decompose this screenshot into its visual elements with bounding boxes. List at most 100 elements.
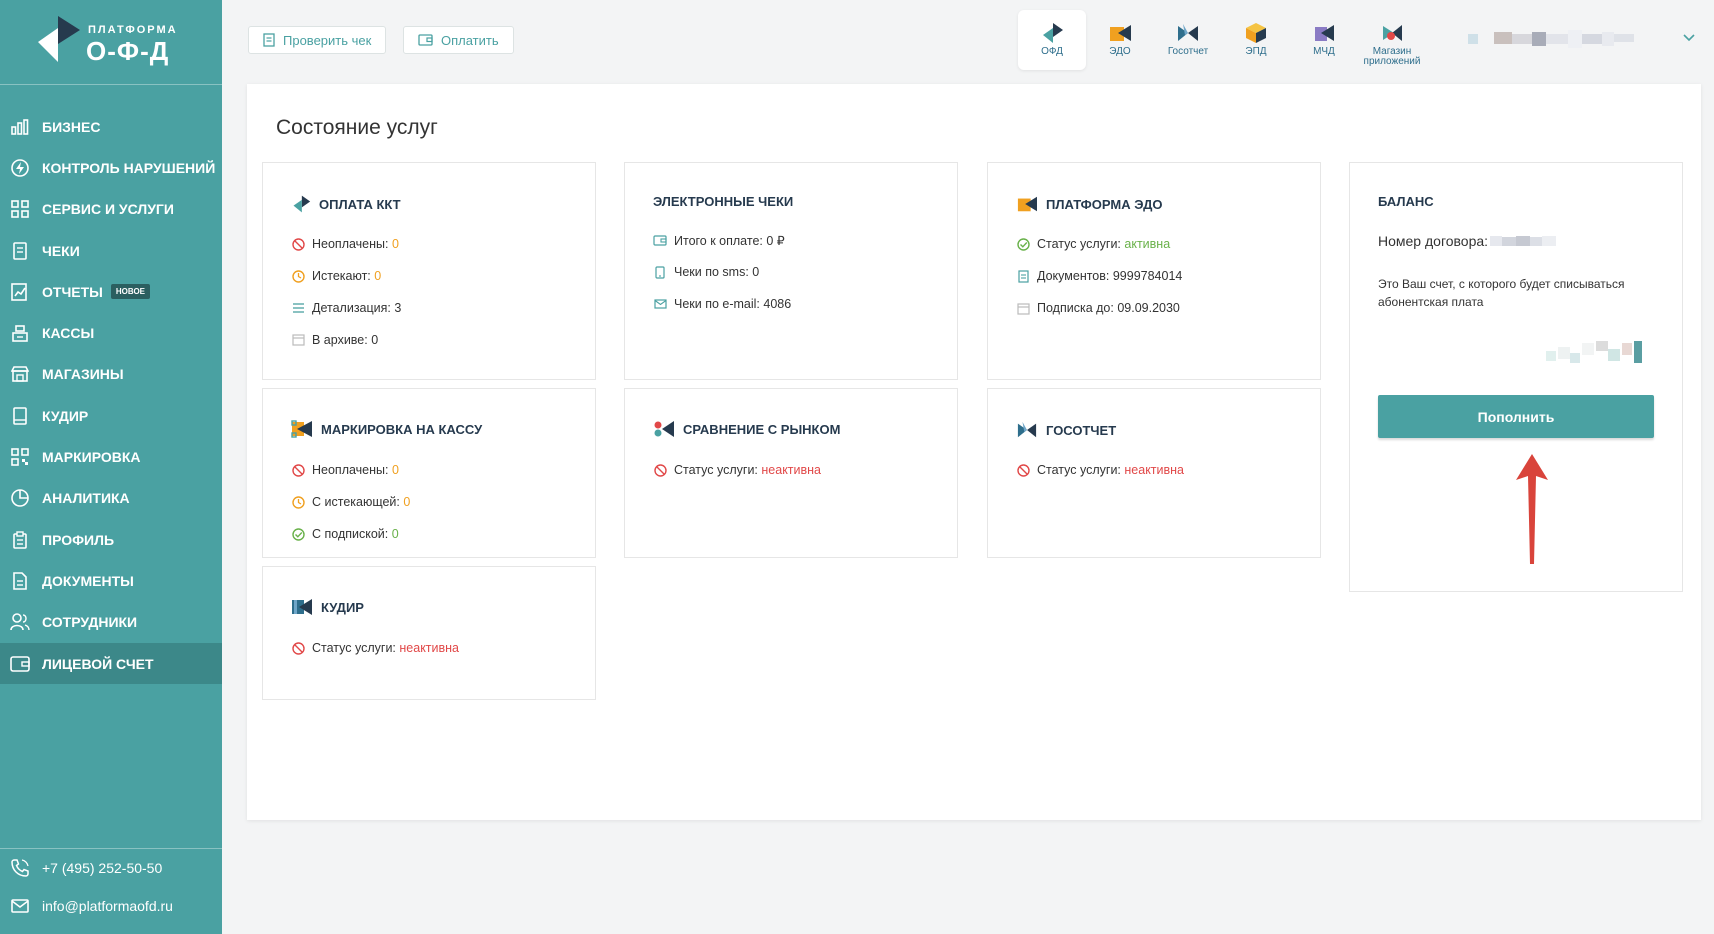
app-gosotchet[interactable]: Госотчет (1154, 10, 1222, 70)
sidebar-item-business[interactable]: Бизнес (0, 106, 222, 147)
balance-note: Это Ваш счет, с которого будет списывать… (1378, 277, 1625, 309)
sidebar: ПЛАТФОРМА О-Ф-Д Бизнес Контроль нарушени… (0, 0, 222, 934)
sidebar-item-kudir[interactable]: КУДиР (0, 395, 222, 436)
sidebar-item-label: Документы (42, 572, 134, 589)
sidebar-nav: Бизнес Контроль нарушений Сервис и услуг… (0, 106, 222, 685)
sidebar-item-reports[interactable]: Отчеты НОВОЕ (0, 271, 222, 312)
chevron-down-icon[interactable] (1682, 30, 1696, 48)
app-label: Магазин приложений (1363, 46, 1421, 67)
sidebar-item-label: Кассы (42, 325, 95, 342)
sidebar-item-services[interactable]: Сервис и услуги (0, 189, 222, 230)
market-status-value: неактивна (761, 463, 822, 477)
edo-logo-icon (1016, 194, 1038, 214)
gosotchet-logo-icon (1016, 420, 1038, 440)
page-title: Состояние услуг (276, 116, 438, 139)
app-edo[interactable]: ЭДО (1086, 10, 1154, 70)
market-status-row: Статус услуги: неактивна (653, 463, 821, 477)
epd-logo-icon (1246, 23, 1266, 43)
kkt-unpaid-value: 0 (391, 237, 399, 251)
card-electronic-receipts: Электронные чеки Итого к оплате: 0 ₽ Чек… (624, 162, 958, 380)
card-gosotchet: Госотчет Статус услуги: неактивна (987, 388, 1321, 558)
pay-button[interactable]: Оплатить (403, 26, 514, 54)
edo-status-row: Статус услуги: активна (1016, 237, 1170, 251)
logo[interactable]: ПЛАТФОРМА О-Ф-Д (36, 14, 196, 68)
kkt-detail-row[interactable]: Детализация: 3 (291, 301, 401, 315)
sidebar-item-cash-registers[interactable]: Кассы (0, 312, 222, 353)
sidebar-item-stores[interactable]: Магазины (0, 354, 222, 395)
qr-icon (10, 447, 30, 467)
edo-status-value: активна (1124, 237, 1171, 251)
list-icon (291, 301, 305, 315)
edo-docs-row: Документов: 9999784014 (1016, 269, 1182, 283)
app-ofd[interactable]: ОФД (1018, 10, 1086, 70)
marking-unpaid-row: Неоплачены: 0 (291, 463, 399, 477)
email-link[interactable]: info@platformaofd.ru (0, 887, 222, 925)
sidebar-item-label: Аналитика (42, 490, 130, 507)
report-icon (10, 282, 30, 302)
sidebar-item-marking[interactable]: Маркировка (0, 436, 222, 477)
contract-number-row: Номер договора: (1378, 233, 1560, 249)
users-icon (10, 612, 30, 632)
card-marking: Маркировка на кассу Неоплачены: 0 С исте… (262, 388, 596, 558)
app-mchd[interactable]: МЧД (1290, 10, 1358, 70)
sidebar-item-violations[interactable]: Контроль нарушений (0, 147, 222, 188)
mail-icon (10, 896, 30, 916)
ban-icon (291, 641, 305, 655)
sidebar-item-employees[interactable]: Сотрудники (0, 602, 222, 643)
phone-text: +7 (495) 252-50-50 (42, 860, 163, 876)
blurred-contract-icon (1490, 236, 1557, 246)
phone-link[interactable]: +7 (495) 252-50-50 (0, 849, 222, 887)
edo-subscription-row: Подписка до: 09.09.2030 (1016, 301, 1180, 315)
marking-expiring-row: С истекающей: 0 (291, 495, 410, 509)
card-edo-platform: Платформа ЭДО Статус услуги: активна Док… (987, 162, 1321, 380)
kudir-status-value: неактивна (399, 641, 460, 655)
check-circle-icon (291, 527, 305, 541)
app-epd[interactable]: ЭПД (1222, 10, 1290, 70)
app-label: Госотчет (1167, 46, 1209, 57)
sidebar-item-account[interactable]: Лицевой счет (0, 642, 222, 685)
sidebar-item-label: Лицевой счет (42, 655, 154, 672)
check-receipt-label: Проверить чек (283, 32, 372, 48)
sidebar-item-profile[interactable]: Профиль (0, 519, 222, 560)
sidebar-item-label: Маркировка (42, 449, 141, 466)
phone-icon (10, 858, 30, 878)
document-icon (10, 571, 30, 591)
top-bar: Проверить чек Оплатить ОФД ЭДО Госотчет … (222, 0, 1714, 80)
gos-status-row: Статус услуги: неактивна (1016, 463, 1184, 477)
marking-expiring-value: 0 (403, 495, 411, 509)
logo-line2: О-Ф-Д (86, 36, 170, 66)
sidebar-item-label: Контроль нарушений (42, 159, 216, 176)
card-title: Оплата ККТ (291, 194, 401, 214)
app-store[interactable]: Магазин приложений (1358, 10, 1426, 70)
card-title: Сравнение с рынком (653, 420, 840, 438)
card-title: Электронные чеки (653, 194, 794, 209)
new-badge: НОВОЕ (110, 284, 151, 300)
grid-icon (10, 199, 30, 219)
clock-icon (291, 269, 305, 283)
app-store-logo-icon (1383, 25, 1402, 41)
mchd-logo-icon (1315, 25, 1334, 41)
app-label: МЧД (1313, 46, 1335, 57)
wallet-icon (10, 654, 30, 674)
clipboard-icon (10, 530, 30, 550)
check-circle-icon (1016, 237, 1030, 251)
sidebar-item-documents[interactable]: Документы (0, 560, 222, 601)
top-up-button[interactable]: Пополнить (1378, 395, 1654, 438)
phone-device-icon (653, 265, 667, 279)
sidebar-item-receipts[interactable]: Чеки (0, 230, 222, 271)
bar-chart-icon (10, 117, 30, 137)
user-account-blurred[interactable] (1468, 22, 1648, 56)
check-receipt-button[interactable]: Проверить чек (248, 26, 387, 54)
app-switcher: ОФД ЭДО Госотчет ЭПД МЧД Магазин приложе… (1018, 10, 1426, 72)
card-title: Госотчет (1016, 420, 1116, 440)
kkt-archive-row[interactable]: В архиве: 0 (291, 333, 378, 347)
receipt-icon (263, 33, 275, 47)
blurred-avatar-icon (1468, 30, 1634, 48)
market-logo-icon (653, 420, 675, 438)
sidebar-item-analytics[interactable]: Аналитика (0, 478, 222, 519)
echecks-total-row: Итого к оплате: 0 ₽ (653, 233, 785, 248)
calendar-icon (1016, 301, 1030, 315)
ban-icon (1016, 463, 1030, 477)
ban-icon (653, 463, 667, 477)
pay-label: Оплатить (441, 32, 499, 48)
